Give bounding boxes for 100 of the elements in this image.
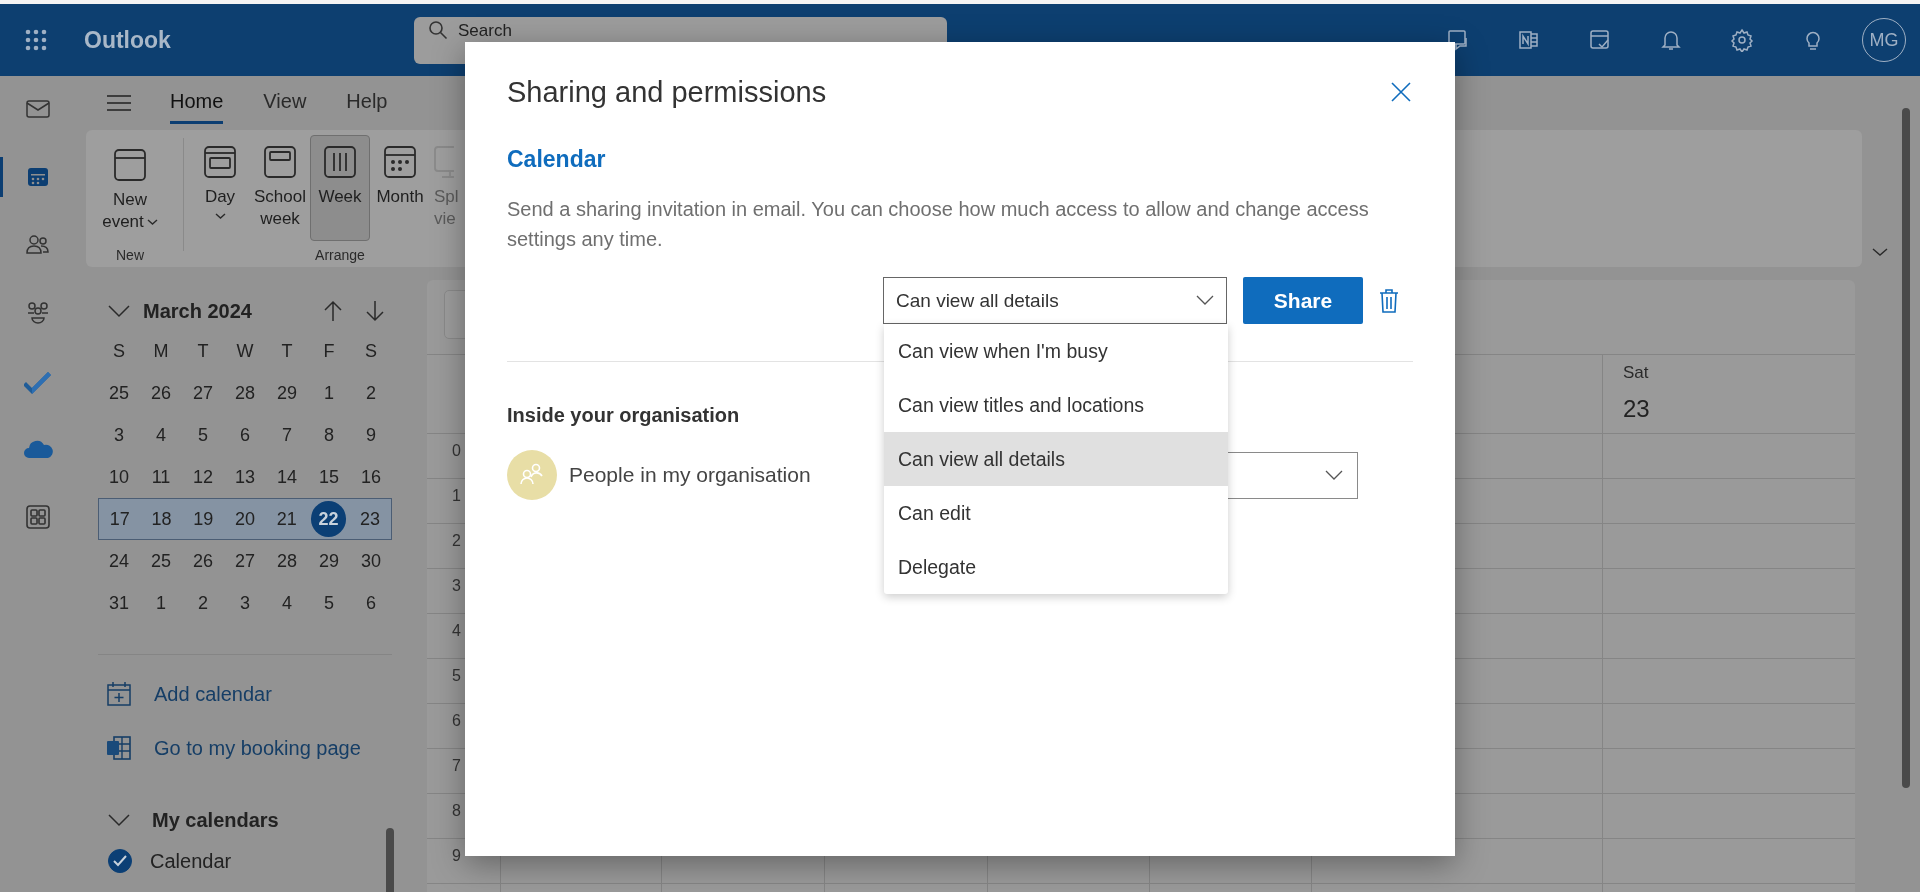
calendar-day[interactable]: 14 (266, 466, 308, 488)
chevron-down-icon (1325, 469, 1343, 481)
ribbon-tab[interactable]: View (263, 82, 307, 124)
weekday-label: T (280, 340, 294, 362)
calendar-name[interactable]: Calendar (150, 849, 232, 873)
calendar-day[interactable]: 6 (350, 592, 392, 614)
day-date[interactable]: 23 (1623, 395, 1855, 423)
calendar-day[interactable]: 20 (224, 508, 266, 530)
calendar-day[interactable]: 9 (350, 424, 392, 446)
month-title[interactable]: March 2024 (143, 299, 303, 323)
month-view-button[interactable]: Month (370, 135, 430, 241)
booking-icon[interactable] (106, 735, 132, 761)
calendar-day[interactable]: 26 (182, 550, 224, 572)
ribbon-tab[interactable]: Help (346, 82, 388, 124)
dropdown-option[interactable]: Can view titles and locations (884, 378, 1228, 432)
calendar-day[interactable]: 21 (265, 508, 308, 530)
workweek-view-button[interactable]: School week (250, 135, 310, 241)
arrow-down-icon[interactable] (366, 300, 384, 322)
bell-icon[interactable] (1659, 28, 1683, 52)
close-icon[interactable] (1391, 82, 1411, 102)
calendar-day[interactable]: 23 (349, 508, 391, 530)
calendar-day[interactable]: 5 (182, 424, 224, 446)
group-avatar-icon (507, 450, 557, 500)
calendar-day[interactable]: 28 (224, 382, 266, 404)
calendar-day[interactable]: 18 (140, 508, 183, 530)
hour-label: 4 (452, 622, 461, 640)
calendar-day[interactable]: 16 (350, 466, 392, 488)
calendar-day[interactable]: 13 (224, 466, 266, 488)
hour-label: 5 (452, 667, 461, 685)
ribbon-tab[interactable]: Home (170, 82, 224, 124)
calendar-day[interactable]: 19 (182, 508, 225, 530)
settings-icon[interactable] (1730, 28, 1754, 52)
dropdown-option[interactable]: Can edit (884, 486, 1228, 540)
calendar-day[interactable]: 6 (224, 424, 266, 446)
chevron-down-icon[interactable] (108, 813, 130, 827)
dropdown-option[interactable]: Delegate (884, 540, 1228, 594)
calendar-day[interactable]: 15 (308, 466, 350, 488)
week-view-button[interactable]: Week (310, 135, 370, 241)
search-icon (428, 20, 448, 40)
calendar-day[interactable]: 24 (98, 550, 140, 572)
calendar-day[interactable]: 11 (140, 466, 182, 488)
calendar-day[interactable]: 25 (98, 382, 140, 404)
calendar-day[interactable]: 28 (266, 550, 308, 572)
calendar-day[interactable]: 1 (308, 382, 350, 404)
dropdown-option[interactable]: Can view when I'm busy (884, 324, 1228, 378)
day-view-button[interactable]: Day (190, 135, 250, 241)
calendar-day[interactable]: 26 (140, 382, 182, 404)
section-heading[interactable]: My calendars (152, 808, 279, 832)
calendar-day[interactable]: 4 (266, 592, 308, 614)
calendar-day[interactable]: 31 (98, 592, 140, 614)
share-button[interactable]: Share (1243, 277, 1363, 324)
calendar-day[interactable]: 7 (266, 424, 308, 446)
menu-icon[interactable] (106, 93, 132, 113)
calendar-day[interactable]: 2 (350, 382, 392, 404)
app-launcher-icon[interactable] (25, 29, 47, 51)
checkbox[interactable] (108, 849, 132, 873)
calendar-day[interactable]: 10 (98, 466, 140, 488)
hour-label: 3 (452, 577, 461, 595)
section-heading: Inside your organisation (507, 404, 740, 427)
calendar-link[interactable]: Add calendar (154, 682, 272, 706)
calendar-day[interactable]: 12 (182, 466, 224, 488)
hour-label: 6 (452, 712, 461, 730)
calendar-icon (202, 144, 238, 180)
calendar-heading: Calendar (507, 145, 607, 174)
calendar-add-icon[interactable] (106, 681, 132, 707)
weekday-label: M (152, 340, 170, 362)
calendar-day[interactable]: 3 (98, 424, 140, 446)
calendar-day[interactable]: 17 (99, 508, 141, 530)
weekday-label: F (322, 340, 336, 362)
dialog-title: Sharing and permissions (507, 75, 827, 109)
calendar-day[interactable]: 5 (308, 592, 350, 614)
calendar-day[interactable]: 27 (224, 550, 266, 572)
description: Send a sharing invitation in email. You can choose how much access to allow and change access settings any time. (507, 197, 1370, 252)
chevron-down-icon[interactable] (1872, 247, 1888, 257)
monitor-icon (434, 144, 454, 180)
calendar-link[interactable]: Go to my booking page (154, 736, 361, 760)
chat-icon[interactable] (1446, 28, 1470, 52)
hour-label: 8 (452, 802, 461, 820)
calendar-day[interactable]: 22 (310, 501, 347, 537)
calendar-day[interactable]: 8 (308, 424, 350, 446)
dropdown-option[interactable]: Can view all details (884, 432, 1228, 486)
arrow-up-icon[interactable] (324, 300, 342, 322)
notebook-icon[interactable] (1517, 28, 1541, 52)
calendar-day[interactable]: 2 (182, 592, 224, 614)
scrollbar[interactable] (1902, 108, 1910, 788)
group-label: New (116, 247, 144, 263)
calendar-check-icon[interactable] (1588, 28, 1612, 52)
permission-dropdown[interactable]: Can view all details (883, 277, 1227, 324)
calendar-day[interactable]: 25 (140, 550, 182, 572)
trash-icon[interactable] (1379, 287, 1399, 314)
calendar-day[interactable]: 27 (182, 382, 224, 404)
chevron-down-icon[interactable] (108, 304, 130, 318)
calendar-day[interactable]: 3 (224, 592, 266, 614)
calendar-day[interactable]: 4 (140, 424, 182, 446)
event-view-button[interactable]: New event (100, 138, 160, 244)
calendar-icon (382, 144, 418, 180)
calendar-day[interactable]: 30 (350, 550, 392, 572)
calendar-day[interactable]: 29 (308, 550, 350, 572)
calendar-day[interactable]: 29 (266, 382, 308, 404)
calendar-day[interactable]: 1 (140, 592, 182, 614)
